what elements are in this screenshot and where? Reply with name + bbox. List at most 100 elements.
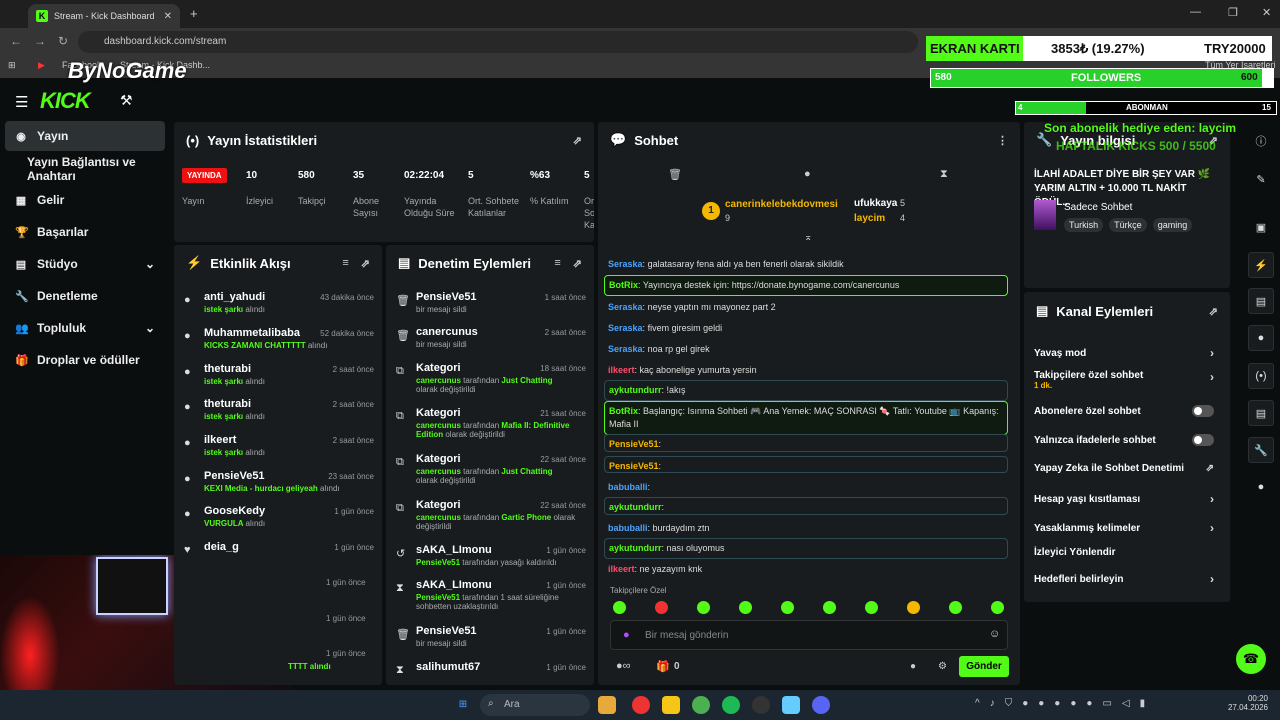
emote-icon[interactable] [865,601,878,614]
sidebar-item-yayin[interactable]: ◉ Yayın [5,121,165,151]
browser-tab[interactable]: K Stream - Kick Dashboard ✕ [28,4,180,28]
loop-icon[interactable]: ●∞ [616,660,631,672]
info-icon[interactable]: ⓘ [1248,128,1274,154]
tray-app-icon[interactable]: ● [1022,698,1028,709]
clock[interactable]: 00:20 27.04.2026 [1198,694,1268,712]
kebab-menu-icon[interactable]: ⋮ [997,134,1008,147]
hourglass-icon[interactable]: ⧗ [940,168,948,181]
community-icon[interactable]: ● [1248,474,1274,500]
chat-input[interactable]: ● Bir mesaj gönderin ☺ [610,620,1008,650]
wrench-icon[interactable]: 🔧 [1248,437,1274,463]
sidebar-item-community[interactable]: 👥 Topluluk ⌄ [5,313,165,343]
close-window-icon[interactable]: ✕ [1262,6,1271,19]
taskbar-search[interactable]: ⌕ Ara [480,694,590,716]
spotify-icon[interactable] [722,696,740,714]
tag[interactable]: Turkish [1064,218,1104,232]
filter-icon[interactable]: ≡ [342,257,348,270]
emote-icon[interactable] [739,601,752,614]
emote-icon[interactable] [613,601,626,614]
restore-icon[interactable]: ❐ [1228,6,1238,19]
emote-icon[interactable] [991,601,1004,614]
popout-icon[interactable]: ⇗ [573,134,582,147]
reload-icon[interactable]: ↻ [58,34,68,48]
network-icon[interactable]: ▭ [1102,698,1111,709]
chrome-icon[interactable] [692,696,710,714]
back-icon[interactable]: ← [10,34,22,48]
url-field[interactable]: dashboard.kick.com/stream [78,31,918,53]
tray-app-icon[interactable]: ● [1070,698,1076,709]
emoji-icon[interactable]: ☺ [989,628,1000,640]
filter-icon[interactable]: ≡ [554,257,560,270]
settings-icon[interactable]: ⚙ [938,661,947,672]
shield-icon[interactable]: ⛉ [1005,698,1013,709]
emote-icon[interactable] [697,601,710,614]
taskbar-app-icon[interactable] [782,696,800,714]
toggle-switch[interactable] [1192,405,1214,417]
tray-app-icon[interactable]: ● [1038,698,1044,709]
channel-action-raid[interactable]: İzleyici Yönlendir [1034,547,1214,558]
popout-icon[interactable]: ⇗ [361,257,370,270]
close-tab-icon[interactable]: ✕ [164,11,172,22]
speaker-icon[interactable]: ◁ [1122,698,1130,709]
toggle-switch[interactable] [1192,434,1214,446]
menu-icon[interactable]: ☰ [15,93,28,111]
support-chat-icon[interactable]: ☎ [1236,644,1266,674]
tools-icon[interactable]: ⚒ [120,92,133,109]
obs-icon[interactable] [752,696,770,714]
popout-icon[interactable]: ⇗ [573,257,582,270]
crop-icon[interactable]: ▣ [1248,214,1274,240]
taskbar-app-icon[interactable] [598,696,616,714]
chat-bubble-icon[interactable]: ● [804,168,811,180]
discord-icon[interactable] [812,696,830,714]
emote-icon[interactable] [781,601,794,614]
apps-icon[interactable]: ⊞ [8,60,16,71]
channel-action-banned-words[interactable]: Yasaklanmış kelimeler › [1034,521,1214,535]
clipboard-icon[interactable]: ▤ [1248,288,1274,314]
top-gifter-1[interactable]: canerinkelebekdovmesi [725,199,838,210]
emote-icon[interactable] [655,601,668,614]
kick-logo[interactable]: KICK [40,88,91,114]
tray-chevron-icon[interactable]: ^ [975,698,980,709]
mic-icon[interactable]: ● [623,629,630,641]
mic-icon[interactable]: ● [1086,698,1092,709]
send-button[interactable]: Gönder [959,656,1009,677]
new-tab-icon[interactable]: + [190,6,198,21]
top-gifter-3[interactable]: laycim [854,213,885,224]
tag[interactable]: Türkçe [1109,218,1147,232]
popout-icon[interactable]: ⇗ [1209,305,1218,318]
gift-icon[interactable]: 🎁 [656,660,670,673]
emote-icon[interactable] [823,601,836,614]
forward-icon[interactable]: → [34,34,46,48]
chat-bubble-icon[interactable]: ● [910,661,916,672]
windows-start-icon[interactable]: ⊞ [454,696,472,714]
minimize-icon[interactable]: — [1190,6,1201,18]
sidebar-item-moderation[interactable]: 🔧 Denetleme [5,281,165,311]
channel-action-followers-only[interactable]: Takipçilere özel sohbet 1 dk. › [1034,370,1214,390]
channel-action-account-age[interactable]: Hesap yaşı kısıtlaması › [1034,492,1214,506]
edit-icon[interactable]: ✎ [1248,166,1274,192]
sidebar-item-achievements[interactable]: 🏆 Başarılar [5,217,165,247]
sidebar-item-drops[interactable]: 🎁 Droplar ve ödüller [5,345,165,375]
folder-icon[interactable] [662,696,680,714]
bolt-icon[interactable]: ⚡ [1248,252,1274,278]
emote-icon[interactable] [949,601,962,614]
volume-icon[interactable]: ♪ [990,698,995,709]
steam-icon[interactable]: ● [1054,698,1060,709]
emote-icon[interactable] [907,601,920,614]
category-name[interactable]: Sadece Sohbet [1064,202,1132,213]
collapse-icon[interactable]: ⌅ [804,232,812,243]
channel-action-subs-only[interactable]: Abonelere özel sohbet [1034,405,1214,417]
channel-action-emotes-only[interactable]: Yalnızca ifadelerle sohbet [1034,434,1214,446]
battery-icon[interactable]: ▮ [1140,698,1146,709]
channel-action-goals[interactable]: Hedefleri belirleyin › [1034,572,1214,586]
sidebar-item-stream-key[interactable]: Yayın Bağlantısı ve Anahtarı [5,154,165,184]
sidebar-item-revenue[interactable]: ▦ Gelir [5,185,165,215]
youtube-icon[interactable]: ▶ [38,60,45,71]
channel-action-slow-mode[interactable]: Yavaş mod › [1034,346,1214,360]
top-gifter-2[interactable]: ufukkaya [854,198,897,209]
chat-bubble-icon[interactable]: ● [1248,325,1274,351]
broadcast-icon[interactable]: (•) [1248,363,1274,389]
channel-action-ai-moderation[interactable]: Yapay Zeka ile Sohbet Denetimi ⇗ [1034,463,1214,474]
channel-actions-icon[interactable]: ▤ [1248,400,1274,426]
trash-icon[interactable]: 🗑 [668,168,682,181]
